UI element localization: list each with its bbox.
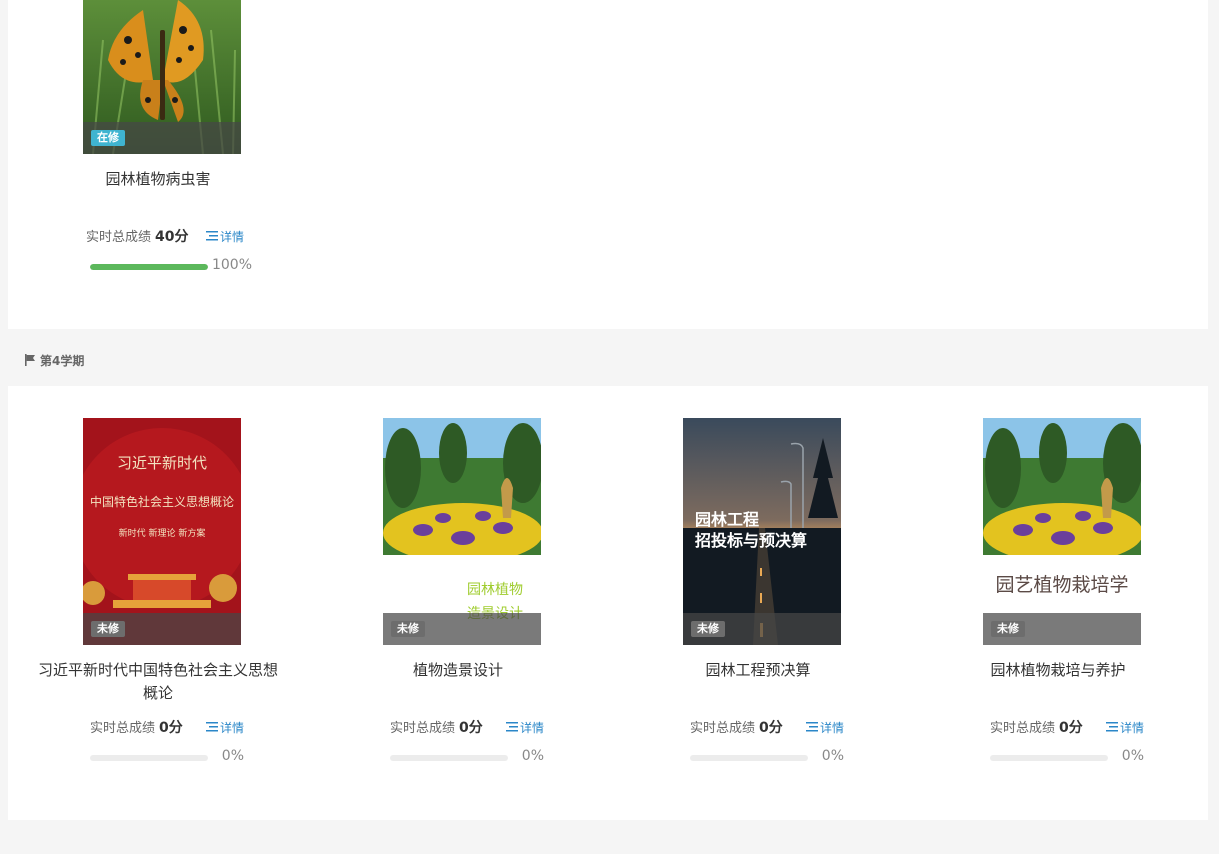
score-label: 实时总成绩 xyxy=(86,230,152,245)
cover-text: 习近平新时代 xyxy=(117,454,207,472)
cover-flower-garden: 园艺植物栽培学 xyxy=(983,418,1141,645)
status-strip: 未修 xyxy=(383,613,541,645)
status-strip: 未修 xyxy=(683,613,841,645)
course-cover-image[interactable]: 习近平新时代 中国特色社会主义思想概论 新时代 新理论 新方案 未修 xyxy=(83,418,241,645)
progress-percent: 0% xyxy=(821,748,844,764)
cover-flower-garden: 园林植物 造景设计 xyxy=(383,418,541,645)
progress-bar xyxy=(390,755,508,761)
status-badge: 在修 xyxy=(91,130,125,146)
score-label: 实时总成绩 xyxy=(690,721,756,736)
detail-link[interactable]: 详情 xyxy=(506,719,544,736)
course-cover-image[interactable]: 园林植物 造景设计 未修 xyxy=(383,418,541,645)
cover-text: 园林工程 xyxy=(695,510,759,529)
course-title[interactable]: 园林植物栽培与养护 xyxy=(938,659,1178,682)
detail-label: 详情 xyxy=(220,229,245,244)
list-icon xyxy=(806,722,818,732)
progress-percent: 100% xyxy=(211,257,252,273)
detail-link[interactable]: 详情 xyxy=(206,228,244,245)
course-panel-current: 在修 园林植物病虫害 实时总成绩 40分 详情 100% xyxy=(8,0,1208,329)
cover-poster-red: 习近平新时代 中国特色社会主义思想概论 新时代 新理论 新方案 xyxy=(83,418,241,645)
cover-text: 新时代 新理论 新方案 xyxy=(119,527,206,539)
cover-text: 园林植物 xyxy=(467,582,523,598)
status-badge: 未修 xyxy=(91,621,125,637)
course-cover-image[interactable]: 园艺植物栽培学 未修 xyxy=(983,418,1141,645)
list-icon xyxy=(506,722,518,732)
flag-icon xyxy=(25,354,35,366)
list-icon xyxy=(206,231,218,241)
progress-bar xyxy=(90,755,208,761)
detail-label: 详情 xyxy=(1120,720,1145,735)
score-value: 0分 xyxy=(759,720,783,736)
progress-bar xyxy=(90,264,208,270)
progress-fill xyxy=(90,264,208,270)
status-strip: 未修 xyxy=(983,613,1141,645)
course-cover-image[interactable]: 在修 xyxy=(83,0,241,154)
progress-percent: 0% xyxy=(221,748,244,764)
course-title[interactable]: 植物造景设计 xyxy=(338,659,578,682)
score-row: 实时总成绩 0分 详情 xyxy=(908,717,1208,737)
status-strip: 在修 xyxy=(83,122,241,154)
score-label: 实时总成绩 xyxy=(990,721,1056,736)
progress-percent: 0% xyxy=(521,748,544,764)
score-value: 0分 xyxy=(159,720,183,736)
detail-label: 详情 xyxy=(520,720,545,735)
course-title[interactable]: 园林工程预决算 xyxy=(638,659,878,682)
score-row: 实时总成绩 0分 详情 xyxy=(608,717,908,737)
score-label: 实时总成绩 xyxy=(390,721,456,736)
list-icon xyxy=(1106,722,1118,732)
cover-text: 中国特色社会主义思想概论 xyxy=(90,494,234,509)
list-icon xyxy=(206,722,218,732)
score-row: 实时总成绩 40分 详情 xyxy=(8,226,308,246)
cover-text: 园艺植物栽培学 xyxy=(995,574,1128,596)
progress-bar xyxy=(990,755,1108,761)
semester-header: 第4学期 xyxy=(24,350,84,370)
progress-percent: 0% xyxy=(1121,748,1144,764)
progress-bar xyxy=(690,755,808,761)
cover-road-sunset: 园林工程 招投标与预决算 xyxy=(683,418,841,645)
course-title[interactable]: 园林植物病虫害 xyxy=(38,168,278,191)
course-cover-image[interactable]: 园林工程 招投标与预决算 未修 xyxy=(683,418,841,645)
detail-link[interactable]: 详情 xyxy=(806,719,844,736)
status-badge: 未修 xyxy=(691,621,725,637)
score-value: 0分 xyxy=(459,720,483,736)
score-row: 实时总成绩 0分 详情 xyxy=(8,717,308,737)
score-value: 40分 xyxy=(155,229,189,245)
status-strip: 未修 xyxy=(83,613,241,645)
detail-link[interactable]: 详情 xyxy=(1106,719,1144,736)
detail-label: 详情 xyxy=(220,720,245,735)
detail-link[interactable]: 详情 xyxy=(206,719,244,736)
course-title[interactable]: 习近平新时代中国特色社会主义思想概论 xyxy=(38,659,278,705)
semester-title: 第4学期 xyxy=(40,353,85,368)
course-panel-semester: 习近平新时代 中国特色社会主义思想概论 新时代 新理论 新方案 未修 习近平新时… xyxy=(8,386,1208,820)
score-value: 0分 xyxy=(1059,720,1083,736)
status-badge: 未修 xyxy=(991,621,1025,637)
status-badge: 未修 xyxy=(391,621,425,637)
detail-label: 详情 xyxy=(820,720,845,735)
cover-text: 招投标与预决算 xyxy=(695,531,807,550)
score-label: 实时总成绩 xyxy=(90,721,156,736)
score-row: 实时总成绩 0分 详情 xyxy=(308,717,608,737)
